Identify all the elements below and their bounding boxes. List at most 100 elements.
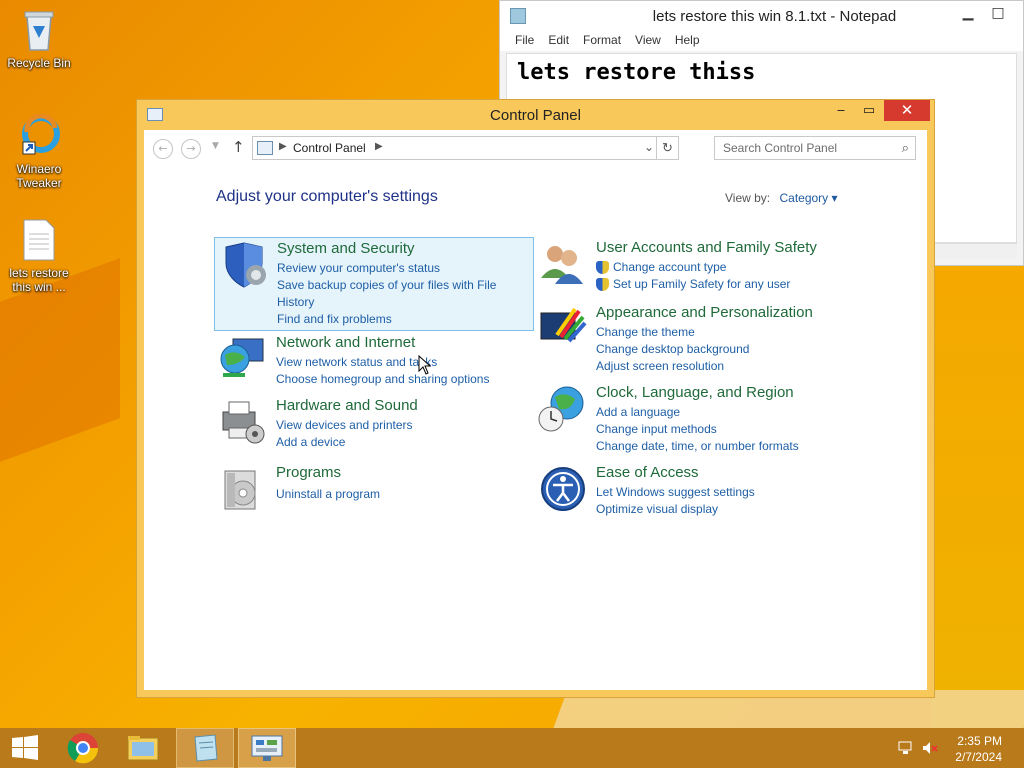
control-panel-icon xyxy=(251,735,283,761)
up-arrow-icon[interactable]: ↑ xyxy=(232,138,245,156)
category-title[interactable]: System and Security xyxy=(277,240,415,257)
forward-arrow-icon[interactable]: → xyxy=(181,139,201,159)
category-programs[interactable]: Programs Uninstall a program xyxy=(214,462,534,556)
category-title[interactable]: Clock, Language, and Region xyxy=(596,384,794,401)
desktop-icon-text-file[interactable]: lets restore this win ... xyxy=(3,218,75,294)
control-panel-icon xyxy=(257,141,273,155)
notepad-titlebar[interactable]: lets restore this win 8.1.txt - Notepad … xyxy=(500,1,1023,31)
navigation-bar: ← → ▼ ↑ ▶ Control Panel ▶ ⌄ ↻ Search Con… xyxy=(144,130,927,166)
wallpaper-shape xyxy=(930,270,1024,730)
search-input[interactable]: Search Control Panel ⌕ xyxy=(714,136,916,160)
link-change-account-type[interactable]: Change account type xyxy=(596,259,852,276)
users-icon xyxy=(537,240,587,288)
view-by-label: View by: xyxy=(725,191,771,205)
clock-time: 2:35 PM xyxy=(957,734,1002,748)
chevron-down-icon[interactable]: ⌄ xyxy=(644,140,654,154)
link-screen-resolution[interactable]: Adjust screen resolution xyxy=(596,358,852,375)
link-uninstall-program[interactable]: Uninstall a program xyxy=(276,486,532,503)
menu-edit[interactable]: Edit xyxy=(541,31,576,51)
menu-view[interactable]: View xyxy=(628,31,668,51)
desktop-icon-label: lets restore this win ... xyxy=(9,266,69,294)
taskbar-notepad[interactable] xyxy=(176,728,234,768)
mouse-cursor-icon xyxy=(418,355,432,375)
volume-muted-icon[interactable] xyxy=(922,740,938,754)
category-ease-of-access[interactable]: Ease of Access Let Windows suggest setti… xyxy=(534,462,854,556)
desktop-icon-winaero-tweaker[interactable]: Winaero Tweaker xyxy=(3,113,75,190)
uac-shield-icon xyxy=(596,261,609,274)
link-file-history[interactable]: Save backup copies of your files with Fi… xyxy=(277,277,533,311)
link-optimize-display[interactable]: Optimize visual display xyxy=(596,501,852,518)
breadcrumb-control-panel[interactable]: Control Panel xyxy=(293,141,366,155)
category-title[interactable]: Hardware and Sound xyxy=(276,397,418,414)
notepad-icon xyxy=(510,8,526,24)
notepad-menubar: File Edit Format View Help xyxy=(500,31,1023,51)
appearance-icon xyxy=(537,305,587,353)
category-title[interactable]: Programs xyxy=(276,464,341,481)
link-review-status[interactable]: Review your computer's status xyxy=(277,260,533,277)
control-panel-window[interactable]: Control Panel ‒ ▭ ✕ ← → ▼ ↑ ▶ Control Pa… xyxy=(136,99,935,698)
taskbar-file-explorer[interactable] xyxy=(114,728,172,768)
category-title[interactable]: Appearance and Personalization xyxy=(596,304,813,321)
link-family-safety[interactable]: Set up Family Safety for any user xyxy=(596,276,852,293)
text-file-icon xyxy=(19,218,59,262)
shield-icon xyxy=(218,241,268,289)
link-network-status[interactable]: View network status and tasks xyxy=(276,354,532,371)
clock-date: 2/7/2024 xyxy=(955,750,1002,764)
view-by-dropdown[interactable]: Category ▾ xyxy=(779,191,837,205)
taskbar-chrome[interactable] xyxy=(54,728,112,768)
winaero-tweaker-icon xyxy=(19,113,60,158)
taskbar: 2:35 PM 2/7/2024 xyxy=(0,728,1024,768)
link-add-device[interactable]: Add a device xyxy=(276,434,532,451)
minimize-button[interactable]: ‒ xyxy=(828,103,854,124)
recycle-bin-icon xyxy=(19,8,59,52)
link-desktop-background[interactable]: Change desktop background xyxy=(596,341,852,358)
search-icon[interactable]: ⌕ xyxy=(902,140,909,156)
minimize-button[interactable]: ▁ xyxy=(953,5,983,21)
menu-format[interactable]: Format xyxy=(576,31,628,51)
chrome-icon xyxy=(67,733,99,764)
link-add-language[interactable]: Add a language xyxy=(596,404,852,421)
control-panel-content: ← → ▼ ↑ ▶ Control Panel ▶ ⌄ ↻ Search Con… xyxy=(144,130,927,690)
network-icon[interactable] xyxy=(898,740,914,754)
menu-file[interactable]: File xyxy=(508,31,541,51)
link-change-theme[interactable]: Change the theme xyxy=(596,324,852,341)
link-input-methods[interactable]: Change input methods xyxy=(596,421,852,438)
category-title[interactable]: Ease of Access xyxy=(596,464,699,481)
recent-locations-chevron-icon[interactable]: ▼ xyxy=(212,141,219,151)
category-title[interactable]: Network and Internet xyxy=(276,334,415,351)
ease-of-access-icon xyxy=(537,465,587,513)
link-suggest-settings[interactable]: Let Windows suggest settings xyxy=(596,484,852,501)
category-title[interactable]: User Accounts and Family Safety xyxy=(596,239,817,256)
notepad-title: lets restore this win 8.1.txt - Notepad xyxy=(652,7,897,25)
search-placeholder: Search Control Panel xyxy=(723,141,838,155)
close-button[interactable]: ✕ xyxy=(884,100,930,121)
desktop-icon-label: Recycle Bin xyxy=(7,56,71,70)
back-arrow-icon[interactable]: ← xyxy=(153,139,173,159)
network-globe-icon xyxy=(217,335,267,383)
chevron-right-icon[interactable]: ▶ xyxy=(375,141,383,152)
taskbar-control-panel[interactable] xyxy=(238,728,296,768)
maximize-button[interactable]: □ xyxy=(983,5,1013,21)
chevron-right-icon: ▶ xyxy=(279,141,287,152)
maximize-button[interactable]: ▭ xyxy=(856,103,882,124)
desktop-icon-label: Winaero Tweaker xyxy=(16,162,62,190)
refresh-icon[interactable]: ↻ xyxy=(656,137,678,159)
control-panel-titlebar[interactable]: Control Panel ‒ ▭ ✕ xyxy=(137,100,934,130)
category-system-and-security[interactable]: System and Security Review your computer… xyxy=(214,237,534,331)
link-date-time-formats[interactable]: Change date, time, or number formats xyxy=(596,438,852,455)
link-find-fix-problems[interactable]: Find and fix problems xyxy=(277,311,533,328)
view-by: View by: Category ▾ xyxy=(725,191,838,205)
link-devices-printers[interactable]: View devices and printers xyxy=(276,417,532,434)
menu-help[interactable]: Help xyxy=(668,31,707,51)
notepad-icon xyxy=(194,734,218,762)
folder-icon xyxy=(127,736,159,761)
link-homegroup[interactable]: Choose homegroup and sharing options xyxy=(276,371,532,388)
windows-logo-icon xyxy=(12,735,38,760)
programs-icon xyxy=(217,465,267,513)
address-bar[interactable]: ▶ Control Panel ▶ ⌄ ↻ xyxy=(252,136,679,160)
system-clock[interactable]: 2:35 PM 2/7/2024 xyxy=(955,733,1002,765)
uac-shield-icon xyxy=(596,278,609,291)
desktop-icon-recycle-bin[interactable]: Recycle Bin xyxy=(3,8,75,70)
printer-icon xyxy=(217,398,267,446)
start-button[interactable] xyxy=(0,728,50,768)
